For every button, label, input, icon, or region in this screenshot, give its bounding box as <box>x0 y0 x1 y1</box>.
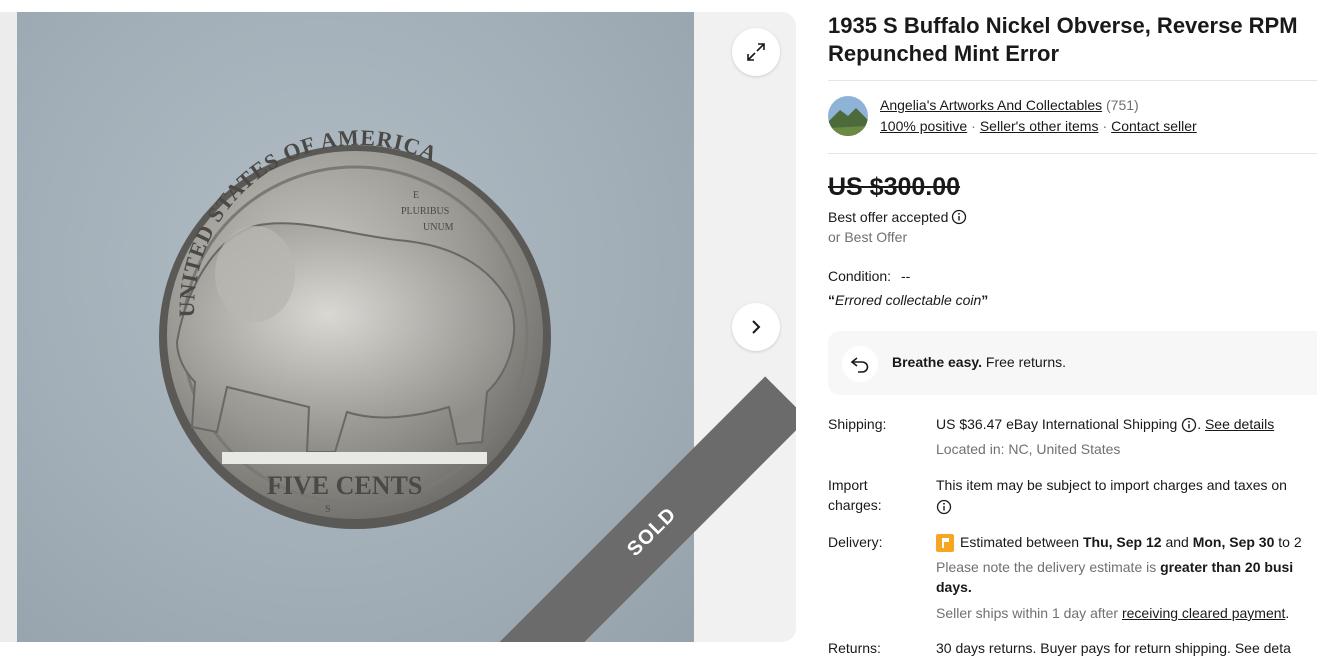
import-info <box>936 496 952 516</box>
offer-status: Best offer accepted <box>828 209 967 225</box>
delivery-flag-icon <box>936 534 954 553</box>
contact-seller-link[interactable]: Contact seller <box>1111 118 1197 134</box>
seller-notes: “Errored collectable coin” <box>828 292 988 308</box>
chevron-right-icon <box>752 320 761 334</box>
delivery-estimate: Estimated between Thu, Sep 12 and Mon, S… <box>936 532 1302 553</box>
shipping-method: eBay International Shipping <box>1006 416 1178 432</box>
condition-value: -- <box>900 268 911 284</box>
gallery-left-strip <box>0 12 17 642</box>
quote-open: “ <box>828 292 835 308</box>
cleared-payment-link[interactable]: receiving cleared payment <box>1122 605 1285 621</box>
coin-bottom-legend: FIVE CENTS <box>267 471 422 500</box>
divider <box>828 153 1317 154</box>
returns-text: 30 days returns. Buyer pays for return s… <box>936 640 1291 656</box>
coin-mint-mark: S <box>325 504 331 515</box>
sold-label: SOLD <box>622 502 681 561</box>
delivery-note-days: days. <box>936 579 972 595</box>
import-label-1: Import <box>828 477 868 493</box>
ships-prefix: Seller ships within 1 day after <box>936 605 1119 621</box>
delivery-date-to: Mon, Sep 30 <box>1192 534 1275 550</box>
delivery-prefix: Estimated between <box>960 534 1080 550</box>
image-gallery: UNITED STATES OF AMERICA E PLURIBUS UNUM… <box>17 12 796 642</box>
shipping-label: Shipping: <box>828 416 887 432</box>
divider <box>828 80 1317 81</box>
returns-label: Returns: <box>828 640 881 656</box>
condition-label: Condition: <box>828 268 892 284</box>
condition-row: Condition: -- <box>828 268 910 284</box>
best-offer-accepted-text: Best offer accepted <box>828 209 949 225</box>
seller-name-link[interactable]: Angelia's Artworks And Collectables <box>880 97 1102 113</box>
seller-avatar[interactable] <box>828 96 868 136</box>
ships-suffix: . <box>1285 605 1290 621</box>
delivery-note-prefix: Please note the delivery estimate is <box>936 559 1157 575</box>
seller-ships-note: Seller ships within 1 day after receivin… <box>936 603 1289 623</box>
delivery-and: and <box>1165 534 1189 550</box>
delivery-label: Delivery: <box>828 534 883 550</box>
coin-motto-1: E <box>413 190 419 201</box>
import-charges-text: This item may be subject to import charg… <box>936 477 1287 493</box>
expand-image-button[interactable] <box>732 28 780 76</box>
delivery-note-bold: greater than 20 busi <box>1160 559 1294 575</box>
page-title: 1935 S Buffalo Nickel Obverse, Reverse R… <box>828 13 1298 66</box>
seller-avatar-image <box>828 96 868 136</box>
delivery-note: Please note the delivery estimate is gre… <box>936 557 1293 577</box>
listing-info-panel: 1935 S Buffalo Nickel Obverse, Reverse R… <box>828 12 1317 656</box>
shipping-period: . <box>1197 416 1202 432</box>
shipping-cost: US $36.47 <box>936 416 1003 432</box>
seller-card: Angelia's Artworks And Collectables (751… <box>828 94 1317 150</box>
separator-dot: · <box>971 118 976 134</box>
free-returns-label: Free returns. <box>985 354 1067 370</box>
seller-meta-line: 100% positive · Seller's other items · Conta… <box>880 118 1197 134</box>
delivery-date-from: Thu, Sep 12 <box>1082 534 1162 550</box>
delivery-suffix: to 2 <box>1278 534 1302 550</box>
info-icon[interactable] <box>951 209 967 225</box>
quote-close: ” <box>981 292 989 308</box>
info-icon[interactable] <box>1181 417 1197 433</box>
import-label-2: charges: <box>828 497 882 513</box>
separator-dot: · <box>1102 118 1108 134</box>
return-arrow-icon <box>850 357 869 373</box>
seller-notes-text: Errored collectable coin <box>835 292 982 308</box>
coin-motto-2: PLURIBUS <box>401 206 449 217</box>
seller-other-items-link[interactable]: Seller's other items <box>980 118 1099 134</box>
positive-feedback-link[interactable]: 100% positive <box>880 118 967 134</box>
original-price: US $300.00 <box>828 173 961 201</box>
expand-icon <box>747 43 765 61</box>
free-returns-text: Breathe easy. Free returns. <box>892 354 1066 370</box>
or-best-offer: or Best Offer <box>828 229 908 245</box>
breathe-easy-text: Breathe easy. <box>892 354 983 370</box>
shipping-value: US $36.47 eBay International Shipping . … <box>936 414 1274 434</box>
return-icon-wrap <box>842 346 878 382</box>
item-location: Located in: NC, United States <box>936 441 1121 457</box>
seller-name-line: Angelia's Artworks And Collectables (751… <box>880 97 1139 113</box>
seller-feedback-count: (751) <box>1106 97 1139 113</box>
info-icon[interactable] <box>936 499 952 515</box>
free-returns-banner: Breathe easy. Free returns. <box>828 331 1317 395</box>
delivery-note-line-2: days. <box>936 577 972 597</box>
coin-motto-3: UNUM <box>423 222 454 233</box>
next-image-button[interactable] <box>732 303 780 351</box>
see-details-link[interactable]: See details <box>1205 416 1274 432</box>
